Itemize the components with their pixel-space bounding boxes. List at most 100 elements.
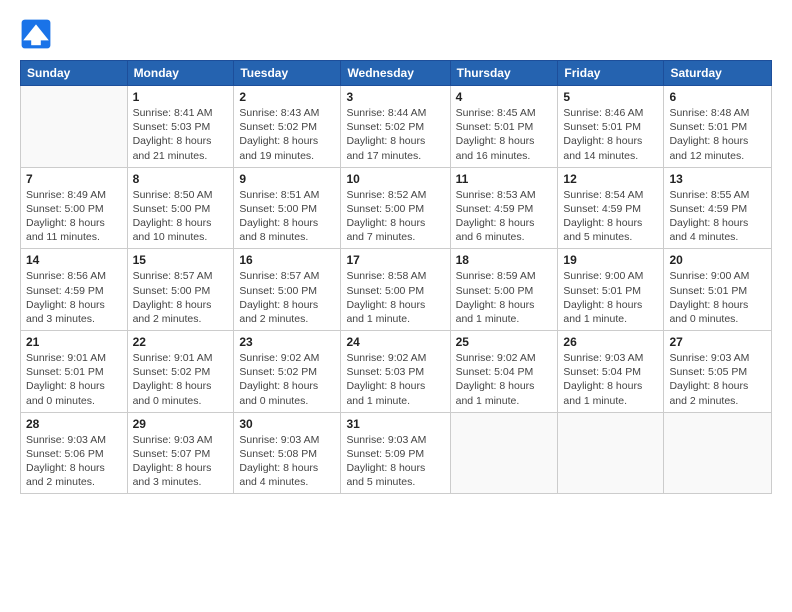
cell-info: Sunrise: 8:50 AM Sunset: 5:00 PM Dayligh… — [133, 188, 229, 245]
calendar-cell — [664, 412, 772, 494]
cell-info: Sunrise: 9:02 AM Sunset: 5:04 PM Dayligh… — [456, 351, 553, 408]
header — [20, 18, 772, 50]
calendar-cell: 28Sunrise: 9:03 AM Sunset: 5:06 PM Dayli… — [21, 412, 128, 494]
day-number: 25 — [456, 335, 553, 349]
cell-info: Sunrise: 9:02 AM Sunset: 5:03 PM Dayligh… — [346, 351, 444, 408]
day-number: 21 — [26, 335, 122, 349]
day-number: 20 — [669, 253, 766, 267]
cell-info: Sunrise: 8:52 AM Sunset: 5:00 PM Dayligh… — [346, 188, 444, 245]
calendar-cell: 10Sunrise: 8:52 AM Sunset: 5:00 PM Dayli… — [341, 167, 450, 249]
calendar-cell: 27 Sunrise: 9:03 AM Sunset: 5:05 PM Dayli… — [664, 331, 772, 413]
cell-info: Sunrise: 8:41 AM Sunset: 5:03 PM Dayligh… — [133, 106, 229, 163]
cell-info: Sunrise: 9:03 AM Sunset: 5:04 PM Dayligh… — [563, 351, 658, 408]
day-number: 24 — [346, 335, 444, 349]
calendar-week-2: 7 Sunrise: 8:49 AM Sunset: 5:00 PM Daylig… — [21, 167, 772, 249]
calendar-cell: 13 Sunrise: 8:55 AM Sunset: 4:59 PM Dayli… — [664, 167, 772, 249]
day-number: 8 — [133, 172, 229, 186]
cell-info: Sunrise: 8:55 AM Sunset: 4:59 PM Dayligh… — [669, 188, 766, 245]
day-number: 16 — [239, 253, 335, 267]
calendar-week-1: 1 Sunrise: 8:41 AM Sunset: 5:03 PM Daylig… — [21, 86, 772, 168]
day-number: 15 — [133, 253, 229, 267]
calendar-cell: 24 Sunrise: 9:02 AM Sunset: 5:03 PM Dayli… — [341, 331, 450, 413]
calendar-cell — [450, 412, 558, 494]
calendar-cell: 21 Sunrise: 9:01 AM Sunset: 5:01 PM Dayli… — [21, 331, 128, 413]
weekday-header-saturday: Saturday — [664, 61, 772, 86]
calendar-cell: 1 Sunrise: 8:41 AM Sunset: 5:03 PM Daylig… — [127, 86, 234, 168]
weekday-header-sunday: Sunday — [21, 61, 128, 86]
day-number: 17 — [346, 253, 444, 267]
logo-icon — [20, 18, 52, 50]
day-number: 7 — [26, 172, 122, 186]
day-number: 13 — [669, 172, 766, 186]
calendar-cell: 29 Sunrise: 9:03 AM Sunset: 5:07 PM Dayli… — [127, 412, 234, 494]
day-number: 22 — [133, 335, 229, 349]
calendar-cell: 30 Sunrise: 9:03 AM Sunset: 5:08 PM Dayli… — [234, 412, 341, 494]
day-number: 11 — [456, 172, 553, 186]
calendar-cell: 31Sunrise: 9:03 AM Sunset: 5:09 PM Dayli… — [341, 412, 450, 494]
calendar-cell: 3Sunrise: 8:44 AM Sunset: 5:02 PM Daylig… — [341, 86, 450, 168]
cell-info: Sunrise: 8:53 AM Sunset: 4:59 PM Dayligh… — [456, 188, 553, 245]
calendar-cell — [558, 412, 664, 494]
cell-info: Sunrise: 8:59 AM Sunset: 5:00 PM Dayligh… — [456, 269, 553, 326]
calendar-week-4: 21 Sunrise: 9:01 AM Sunset: 5:01 PM Dayli… — [21, 331, 772, 413]
weekday-header-monday: Monday — [127, 61, 234, 86]
calendar-cell: 19 Sunrise: 9:00 AM Sunset: 5:01 PM Dayli… — [558, 249, 664, 331]
day-number: 1 — [133, 90, 229, 104]
cell-info: Sunrise: 9:03 AM Sunset: 5:08 PM Dayligh… — [239, 433, 335, 490]
calendar-cell: 14 Sunrise: 8:56 AM Sunset: 4:59 PM Dayli… — [21, 249, 128, 331]
day-number: 19 — [563, 253, 658, 267]
cell-info: Sunrise: 9:03 AM Sunset: 5:07 PM Dayligh… — [133, 433, 229, 490]
calendar-cell — [21, 86, 128, 168]
cell-info: Sunrise: 9:03 AM Sunset: 5:09 PM Dayligh… — [346, 433, 444, 490]
page: SundayMondayTuesdayWednesdayThursdayFrid… — [0, 0, 792, 612]
weekday-header-row: SundayMondayTuesdayWednesdayThursdayFrid… — [21, 61, 772, 86]
day-number: 5 — [563, 90, 658, 104]
calendar-cell: 23 Sunrise: 9:02 AM Sunset: 5:02 PM Dayli… — [234, 331, 341, 413]
day-number: 6 — [669, 90, 766, 104]
cell-info: Sunrise: 9:01 AM Sunset: 5:02 PM Dayligh… — [133, 351, 229, 408]
day-number: 14 — [26, 253, 122, 267]
day-number: 4 — [456, 90, 553, 104]
cell-info: Sunrise: 9:00 AM Sunset: 5:01 PM Dayligh… — [563, 269, 658, 326]
day-number: 28 — [26, 417, 122, 431]
calendar-table: SundayMondayTuesdayWednesdayThursdayFrid… — [20, 60, 772, 494]
calendar-cell: 16 Sunrise: 8:57 AM Sunset: 5:00 PM Dayli… — [234, 249, 341, 331]
day-number: 29 — [133, 417, 229, 431]
weekday-header-friday: Friday — [558, 61, 664, 86]
cell-info: Sunrise: 8:43 AM Sunset: 5:02 PM Dayligh… — [239, 106, 335, 163]
day-number: 30 — [239, 417, 335, 431]
day-number: 27 — [669, 335, 766, 349]
day-number: 18 — [456, 253, 553, 267]
weekday-header-thursday: Thursday — [450, 61, 558, 86]
cell-info: Sunrise: 8:48 AM Sunset: 5:01 PM Dayligh… — [669, 106, 766, 163]
calendar-week-5: 28Sunrise: 9:03 AM Sunset: 5:06 PM Dayli… — [21, 412, 772, 494]
calendar-cell: 12Sunrise: 8:54 AM Sunset: 4:59 PM Dayli… — [558, 167, 664, 249]
weekday-header-tuesday: Tuesday — [234, 61, 341, 86]
day-number: 23 — [239, 335, 335, 349]
cell-info: Sunrise: 8:46 AM Sunset: 5:01 PM Dayligh… — [563, 106, 658, 163]
calendar-cell: 9Sunrise: 8:51 AM Sunset: 5:00 PM Daylig… — [234, 167, 341, 249]
calendar-cell: 2Sunrise: 8:43 AM Sunset: 5:02 PM Daylig… — [234, 86, 341, 168]
calendar-cell: 8 Sunrise: 8:50 AM Sunset: 5:00 PM Daylig… — [127, 167, 234, 249]
cell-info: Sunrise: 8:56 AM Sunset: 4:59 PM Dayligh… — [26, 269, 122, 326]
cell-info: Sunrise: 9:00 AM Sunset: 5:01 PM Dayligh… — [669, 269, 766, 326]
cell-info: Sunrise: 8:49 AM Sunset: 5:00 PM Dayligh… — [26, 188, 122, 245]
logo — [20, 18, 58, 50]
day-number: 12 — [563, 172, 658, 186]
calendar-cell: 17 Sunrise: 8:58 AM Sunset: 5:00 PM Dayli… — [341, 249, 450, 331]
cell-info: Sunrise: 8:57 AM Sunset: 5:00 PM Dayligh… — [239, 269, 335, 326]
calendar-cell: 5 Sunrise: 8:46 AM Sunset: 5:01 PM Daylig… — [558, 86, 664, 168]
cell-info: Sunrise: 8:57 AM Sunset: 5:00 PM Dayligh… — [133, 269, 229, 326]
calendar-cell: 4 Sunrise: 8:45 AM Sunset: 5:01 PM Daylig… — [450, 86, 558, 168]
calendar-cell: 20 Sunrise: 9:00 AM Sunset: 5:01 PM Dayli… — [664, 249, 772, 331]
cell-info: Sunrise: 8:44 AM Sunset: 5:02 PM Dayligh… — [346, 106, 444, 163]
cell-info: Sunrise: 9:03 AM Sunset: 5:05 PM Dayligh… — [669, 351, 766, 408]
cell-info: Sunrise: 9:02 AM Sunset: 5:02 PM Dayligh… — [239, 351, 335, 408]
cell-info: Sunrise: 9:01 AM Sunset: 5:01 PM Dayligh… — [26, 351, 122, 408]
cell-info: Sunrise: 8:58 AM Sunset: 5:00 PM Dayligh… — [346, 269, 444, 326]
cell-info: Sunrise: 8:45 AM Sunset: 5:01 PM Dayligh… — [456, 106, 553, 163]
calendar-cell: 15 Sunrise: 8:57 AM Sunset: 5:00 PM Dayli… — [127, 249, 234, 331]
calendar-cell: 22 Sunrise: 9:01 AM Sunset: 5:02 PM Dayli… — [127, 331, 234, 413]
calendar-cell: 6 Sunrise: 8:48 AM Sunset: 5:01 PM Daylig… — [664, 86, 772, 168]
day-number: 9 — [239, 172, 335, 186]
